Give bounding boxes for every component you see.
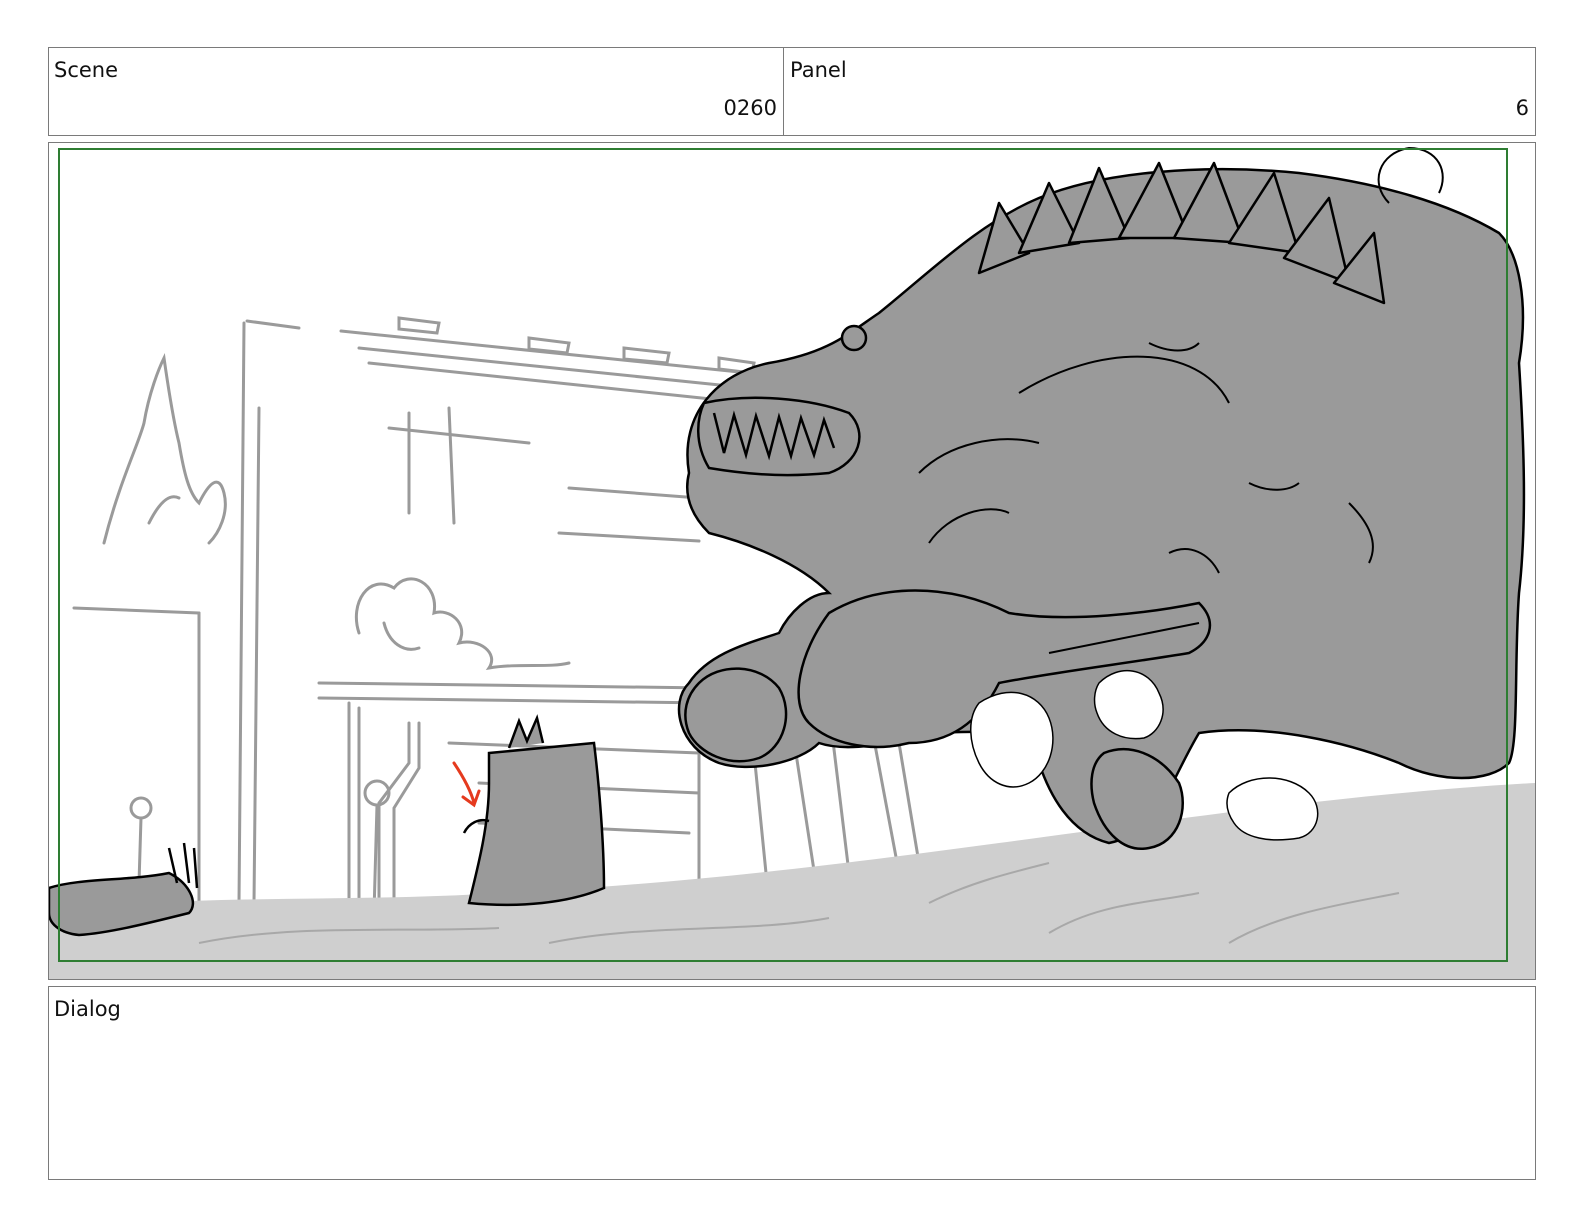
monster-eye: [840, 324, 868, 352]
monster-body: [677, 167, 1526, 845]
panel-number: 6: [1515, 96, 1529, 120]
storyboard-panel-image: [48, 142, 1536, 980]
storyboard-sketch: [49, 146, 1535, 979]
monster-mouth: [697, 396, 861, 477]
panel-cell: Panel 6: [783, 47, 1536, 136]
direction-arrow: [452, 761, 481, 808]
scene-number: 0260: [723, 96, 777, 120]
scene-cell: Scene 0260: [48, 47, 784, 136]
dialog-cell: Dialog: [48, 986, 1536, 1180]
dialog-label: Dialog: [54, 997, 121, 1021]
panel-label: Panel: [790, 58, 847, 82]
scene-label: Scene: [54, 58, 119, 82]
